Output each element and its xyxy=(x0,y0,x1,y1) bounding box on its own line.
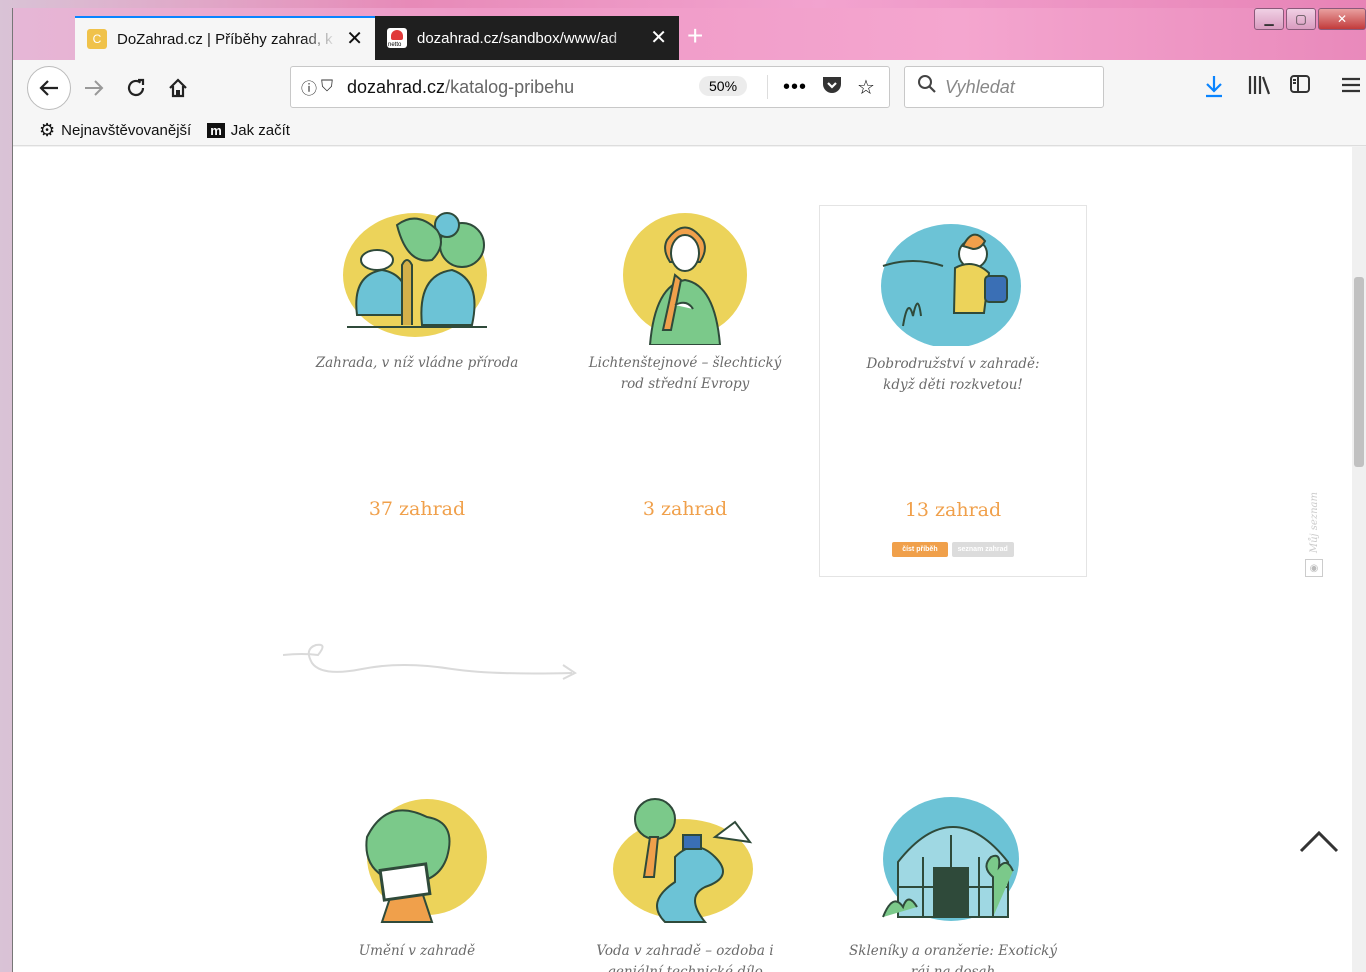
story-title: Voda v zahradě – ozdoba i geniální techn… xyxy=(596,943,774,972)
sidebar-toggle-icon[interactable] xyxy=(1289,74,1311,100)
new-tab-button[interactable]: + xyxy=(687,20,703,52)
tab-title: dozahrad.cz/sandbox/www/ad xyxy=(417,29,618,47)
pocket-icon[interactable] xyxy=(821,75,843,100)
hamburger-menu-icon[interactable] xyxy=(1341,74,1361,100)
url-path: /katalog-pribehu xyxy=(445,76,575,97)
window-controls: ▁ ▢ ✕ xyxy=(1254,8,1366,30)
garden-count[interactable]: 37 zahrad xyxy=(283,498,551,520)
bookmark-getting-started[interactable]: m Jak začít xyxy=(207,122,290,139)
garden-list-button[interactable]: seznam zahrad xyxy=(951,542,1014,557)
zoom-indicator[interactable]: 50% xyxy=(699,76,748,96)
page-content: Zahrada, v níž vládne příroda 37 zahrad … xyxy=(13,147,1353,972)
nature-garden-illustration xyxy=(343,212,487,337)
library-icon[interactable] xyxy=(1247,74,1271,102)
story-card-nature[interactable]: Zahrada, v níž vládne příroda 37 zahrad xyxy=(283,205,551,577)
gear-icon: ⚙ xyxy=(39,120,56,140)
story-title: Dobrodružství v zahradě: když děti rozkv… xyxy=(866,356,1040,393)
minimize-button[interactable]: ▁ xyxy=(1254,8,1284,30)
close-window-button[interactable]: ✕ xyxy=(1318,8,1366,30)
tab-sandbox[interactable]: dozahrad.cz/sandbox/www/ad ✕ xyxy=(375,16,679,60)
maximize-button[interactable]: ▢ xyxy=(1286,8,1316,30)
netto-favicon-icon xyxy=(387,28,407,48)
home-icon xyxy=(169,78,187,98)
greenhouse-illustration xyxy=(882,797,1019,921)
info-icon[interactable]: ⓘ xyxy=(301,75,321,99)
bookmark-label: Jak začít xyxy=(230,122,290,139)
story-title: Umění v zahradě xyxy=(358,943,476,959)
home-button[interactable] xyxy=(163,73,193,103)
story-title: Lichtenštejnové – šlechtický rod střední… xyxy=(588,355,782,392)
m-logo-icon: m xyxy=(207,123,225,138)
arrow-left-icon xyxy=(39,80,58,96)
garden-count[interactable]: 3 zahrad xyxy=(551,498,819,520)
forward-button[interactable] xyxy=(79,73,109,103)
tab-strip: C DoZahrad.cz | Příběhy zahrad, k ✕ doza… xyxy=(13,8,1366,60)
story-card-children[interactable]: Dobrodružství v zahradě: když děti rozkv… xyxy=(819,205,1087,577)
arrow-right-icon xyxy=(85,80,104,96)
search-icon xyxy=(917,74,937,100)
bookmark-star-icon[interactable]: ☆ xyxy=(857,75,875,100)
scrollbar-thumb[interactable] xyxy=(1354,277,1364,467)
scroll-top-button[interactable] xyxy=(1299,827,1339,855)
url-separator xyxy=(767,75,768,99)
page-scrollbar[interactable] xyxy=(1352,147,1366,972)
tab-title: DoZahrad.cz | Příběhy zahrad, k xyxy=(117,30,333,48)
shield-icon[interactable]: ⛉ xyxy=(321,78,347,96)
reload-icon xyxy=(127,78,145,97)
story-card-water[interactable]: Voda v zahradě – ozdoba i geniální techn… xyxy=(551,797,819,972)
browser-window: C DoZahrad.cz | Příběhy zahrad, k ✕ doza… xyxy=(12,8,1366,972)
water-garden-illustration xyxy=(613,798,753,923)
bookmarks-toolbar: ⚙ Nejnavštěvovanější m Jak začít xyxy=(13,116,1366,146)
story-card-liechtenstein[interactable]: Lichtenštejnové – šlechtický rod střední… xyxy=(551,205,819,577)
download-icon[interactable] xyxy=(1203,74,1225,104)
url-bar[interactable]: ⓘ ⛉ dozahrad.cz/katalog-pribehu 50% ••• … xyxy=(290,66,890,108)
read-story-button[interactable]: číst příběh xyxy=(892,542,948,557)
nav-bar: ⓘ ⛉ dozahrad.cz/katalog-pribehu 50% ••• … xyxy=(13,60,1366,116)
nobleman-portrait-illustration xyxy=(623,213,747,345)
story-card-art[interactable]: Umění v zahradě xyxy=(283,797,551,972)
story-title: Skleníky a oranžerie: Exotický ráj na do… xyxy=(849,943,1057,972)
my-list-panel[interactable]: Můj seznam ◉ xyxy=(1303,492,1325,602)
bookmark-label: Nejnavštěvovanější xyxy=(61,122,192,139)
my-list-label: Můj seznam xyxy=(1308,492,1320,554)
url-host: dozahrad.cz xyxy=(347,76,446,97)
squiggle-arrow-icon xyxy=(283,643,577,680)
dozahrad-favicon-icon: C xyxy=(87,29,107,49)
story-title: Zahrada, v níž vládne příroda xyxy=(315,355,519,371)
search-placeholder: Vyhledat xyxy=(945,76,1015,97)
tab-dozahrad[interactable]: C DoZahrad.cz | Příběhy zahrad, k ✕ xyxy=(75,16,375,60)
card-actions: číst příběh seznam zahrad xyxy=(820,542,1086,557)
search-bar[interactable]: Vyhledat xyxy=(904,66,1104,108)
child-gardening-illustration xyxy=(881,224,1021,346)
back-button[interactable] xyxy=(27,66,71,110)
story-card-greenhouses[interactable]: Skleníky a oranžerie: Exotický ráj na do… xyxy=(819,797,1087,972)
reload-button[interactable] xyxy=(121,73,151,103)
bookmark-most-visited[interactable]: ⚙ Nejnavštěvovanější xyxy=(39,120,191,141)
garden-count[interactable]: 13 zahrad xyxy=(820,499,1086,521)
tab-close-icon[interactable]: ✕ xyxy=(346,29,363,49)
more-actions-icon[interactable]: ••• xyxy=(783,76,807,99)
art-tree-illustration xyxy=(365,799,487,923)
tab-close-icon[interactable]: ✕ xyxy=(650,28,667,48)
my-list-icon: ◉ xyxy=(1305,559,1323,578)
